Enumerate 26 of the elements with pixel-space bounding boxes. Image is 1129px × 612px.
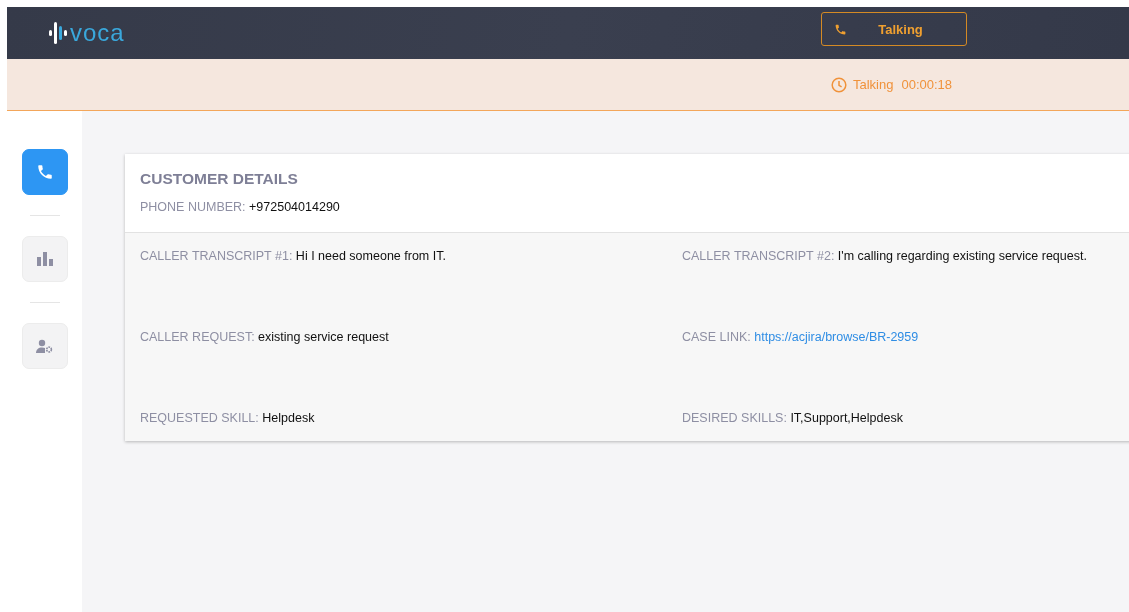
field-label: CASE LINK:	[682, 330, 751, 344]
field-value: IT,Support,Helpdesk	[790, 411, 903, 425]
field-label: PHONE NUMBER:	[140, 200, 246, 214]
field-label: CALLER TRANSCRIPT #2:	[682, 249, 835, 263]
status-button[interactable]: Talking	[821, 12, 967, 46]
phone-icon	[35, 163, 54, 181]
field-value: +972504014290	[249, 200, 340, 214]
field-value: Hi I need someone from IT.	[295, 249, 446, 263]
case-link[interactable]: https://acjira/browse/BR-2959	[754, 330, 919, 344]
phone-icon	[834, 22, 847, 36]
field-label: DESIRED SKILLS:	[682, 411, 787, 425]
field-value: existing service request	[258, 330, 389, 344]
user-gear-icon	[36, 339, 53, 353]
field-label: REQUESTED SKILL:	[140, 411, 259, 425]
call-timer: 00:00:18	[901, 77, 953, 92]
field-label: CALLER TRANSCRIPT #1:	[140, 249, 293, 263]
field-value: I'm calling regarding existing service request.	[837, 249, 1087, 263]
call-state: Talking	[853, 77, 894, 92]
logo-text: voca	[70, 21, 125, 45]
field-value: Helpdesk	[262, 411, 315, 425]
field-label: CALLER REQUEST:	[140, 330, 255, 344]
sidebar-button[interactable]	[21, 149, 68, 195]
card-title: CUSTOMER DETAILS	[140, 170, 299, 188]
bar-chart-icon	[36, 252, 53, 266]
clock-icon	[831, 76, 847, 93]
sound-wave-icon	[49, 22, 67, 44]
